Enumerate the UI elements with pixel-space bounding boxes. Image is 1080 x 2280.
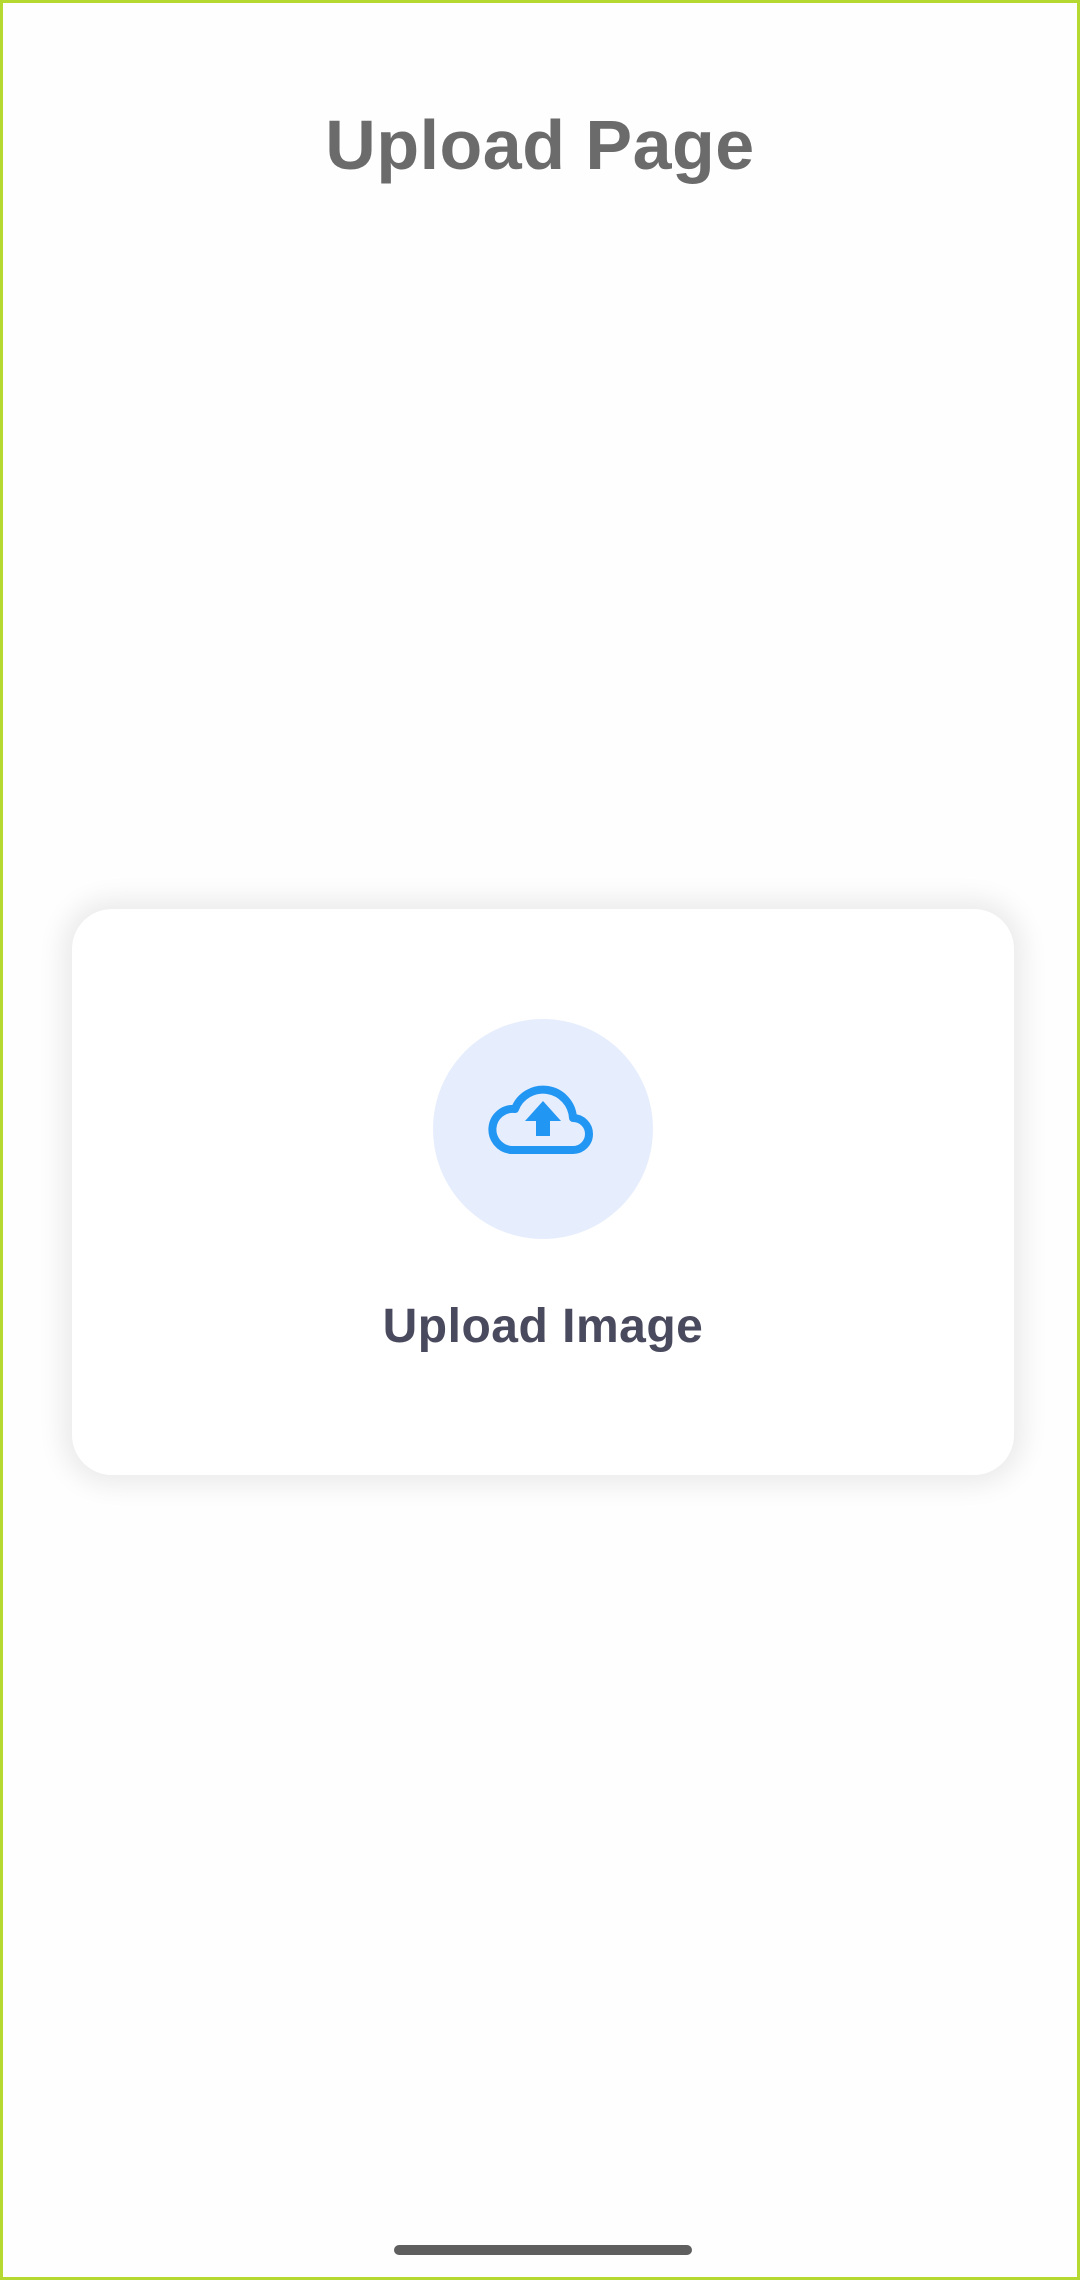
app-screen: Upload Page Upload Image [0, 0, 1080, 2280]
upload-image-label: Upload Image [382, 1300, 704, 1353]
upload-image-card[interactable]: Upload Image [72, 909, 1014, 1475]
home-indicator-bar[interactable] [394, 2245, 692, 2255]
upload-icon-circle [433, 1019, 653, 1239]
page-title: Upload Page [325, 106, 755, 184]
cloud-upload-icon [488, 1085, 593, 1154]
